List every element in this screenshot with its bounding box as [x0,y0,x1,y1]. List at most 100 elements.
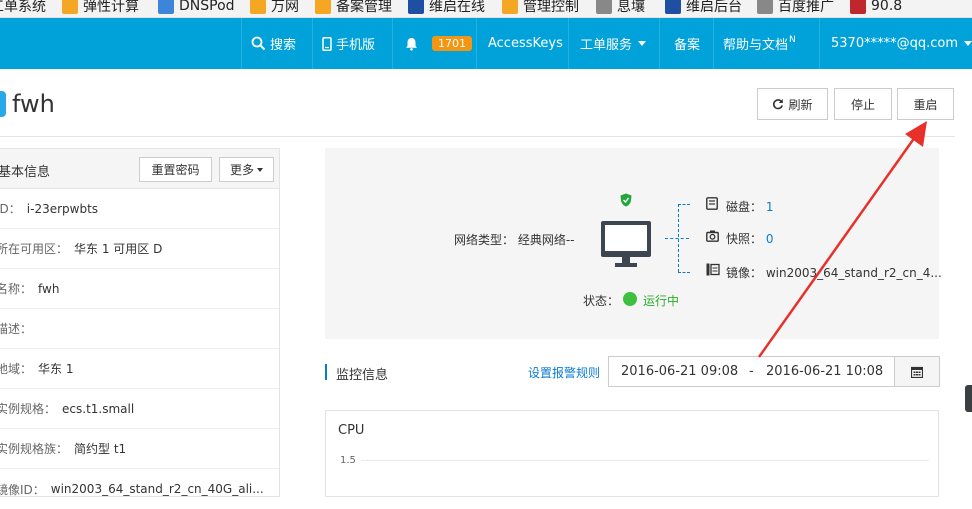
nav-notifications[interactable]: 1701 [392,18,476,69]
nav-accesskeys[interactable]: AccessKeys [476,18,568,69]
nav-beian[interactable]: 备案 [659,18,713,69]
nav-tickets-label: 工单服务 [580,38,633,53]
info-row: 镜像ID： win2003_64_stand_r2_cn_40G_ali... [0,469,279,509]
instance-logo [0,91,6,117]
orange-icon [502,0,518,14]
range-separator: - [749,364,754,379]
refresh-label: 刷新 [788,97,813,112]
gridline [361,460,929,461]
nav-mobile[interactable]: 手机版 [312,18,392,69]
info-value: i-23erpwbts [26,201,99,216]
bookmark-label: 备案管理 [336,0,392,15]
bookmark-label: 弹性计算 [83,0,139,15]
globe-icon [757,0,773,14]
status-badge: 运行中 [643,294,680,308]
calendar-button[interactable] [894,356,940,387]
snapshot-label: 快照： [726,232,763,246]
alarm-rule-link[interactable]: 设置报警规则 [528,364,600,381]
nav-account[interactable]: 5370*****@qq.com [819,18,972,69]
blue-icon [408,0,424,14]
network-type-value: 经典网络-- [517,233,575,247]
camera-icon [706,230,719,242]
chevron-down-icon [638,41,647,46]
red-icon [850,0,866,14]
bookmark-label: 维启后台 [686,0,742,15]
date-range-picker[interactable]: 2016-06-21 09:08 - 2016-06-21 10:08 [608,356,940,387]
side-widget-tab[interactable] [965,385,972,412]
info-key: ID： [0,202,21,216]
info-value: 华东 1 可用区 D [74,242,163,256]
monitor-title: 监控信息 [336,368,389,383]
bookmark-item[interactable]: 百度推广 [757,0,834,16]
end-time: 2016-06-21 10:08 [766,364,884,379]
chevron-down-icon [257,167,263,172]
server-monitor-icon [601,221,651,267]
cpu-chart-card: CPU 1.5 [325,410,939,497]
connector-line [678,204,679,272]
info-value: 华东 1 [38,362,74,376]
bookmark-item[interactable]: 维启在线 [408,0,485,16]
new-badge: N [789,34,796,45]
nav-search[interactable]: 搜索 [241,18,313,69]
status-label: 状态： [583,294,620,308]
bookmark-label: 息壤 [617,0,645,15]
snapshot-count: 快照： 0 [726,230,773,247]
bookmark-item[interactable]: 弹性计算 [62,0,139,16]
search-icon [251,36,266,51]
bookmark-item[interactable]: 备案管理 [315,0,392,16]
info-value: win2003_64_stand_r2_cn_40G_ali... [50,482,264,496]
connector-line [665,238,689,239]
stop-button[interactable]: 停止 [834,88,892,120]
bookmark-item[interactable]: 管理控制 [502,0,579,16]
info-row: 地域： 华东 1 [0,349,279,389]
info-key: 名称： [0,282,33,296]
nav-help-label: 帮助与文档 [723,38,789,53]
bookmark-item[interactable]: 万网 [250,0,299,16]
info-key: 实例规格族： [0,442,69,456]
nav-tickets[interactable]: 工单服务 [568,18,659,69]
info-row: 描述： [0,309,279,349]
reset-password-button[interactable]: 重置密码 [139,157,212,182]
bookmark-label: 百度推广 [778,0,834,15]
image-icon [706,263,720,276]
bookmark-label: 维启在线 [429,0,485,15]
status-dot [623,292,637,306]
bookmark-label: DNSPod [179,0,235,14]
info-key: 实例规格： [0,402,57,416]
connector-line [678,272,690,273]
bookmark-item[interactable]: 工单系统 [0,0,46,16]
bookmark-item[interactable]: DNSPod [158,0,235,16]
basic-info-header: 基本信息 重置密码 更多 [0,149,279,189]
page-title: fwh [12,90,55,118]
disk-label: 磁盘： [726,200,763,214]
calendar-icon [911,366,923,378]
nav-mobile-label: 手机版 [336,38,376,53]
blue-icon [665,0,681,14]
nav-help[interactable]: 帮助与文档 N [713,18,819,69]
cpu-chart-title: CPU [338,423,365,438]
info-row: 实例规格： ecs.t1.small [0,389,279,429]
section-accent [325,364,327,380]
info-value: ecs.t1.small [62,401,135,416]
phone-icon [322,36,332,51]
restart-button[interactable]: 重启 [897,88,954,120]
more-button[interactable]: 更多 [219,157,274,182]
disk-count: 磁盘： 1 [726,198,773,215]
disk-value-link[interactable]: 1 [766,200,774,214]
bookmark-label: 90.8 [871,0,903,14]
y-tick-label: 1.5 [340,455,356,466]
shield-icon [620,193,632,207]
instance-overview-panel: 网络类型： 经典网络-- 磁盘： 1 快照： 0 镜像： win2003_64_… [325,148,942,339]
snapshot-value-link[interactable]: 0 [766,232,774,246]
refresh-button[interactable]: 刷新 [757,88,828,120]
network-type-label: 网络类型： [454,233,515,247]
refresh-icon [773,99,784,110]
basic-info-title: 基本信息 [0,165,51,180]
restart-label: 重启 [913,97,938,112]
start-time: 2016-06-21 09:08 [621,364,739,379]
bookmark-item[interactable]: 90.8 [850,0,902,16]
bookmark-item[interactable]: 息壤 [596,0,645,16]
info-value: 简约型 t1 [74,442,127,456]
bookmark-item[interactable]: 维启后台 [665,0,742,16]
bookmarks-bar: 工单系统 弹性计算 DNSPod 万网 备案管理 维启在线 管理控制 息壤 维启… [0,0,972,18]
